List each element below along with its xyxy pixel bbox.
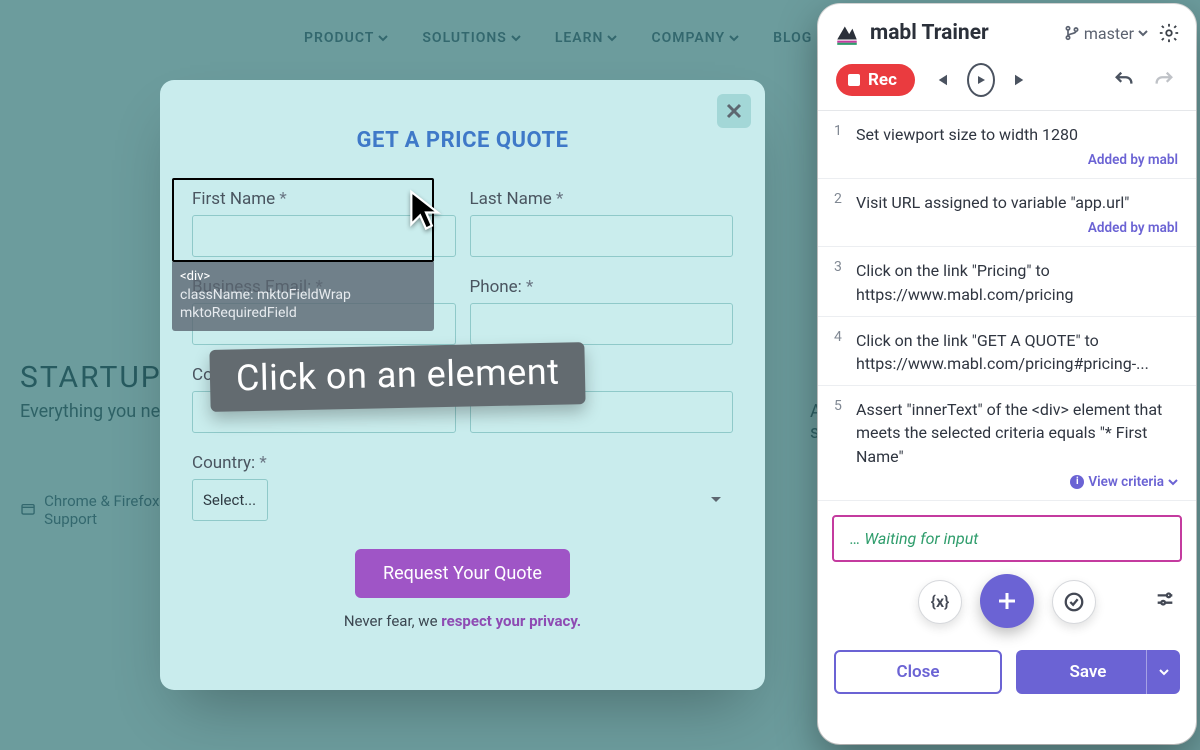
first-name-input[interactable] — [192, 215, 456, 257]
step-text: Set viewport size to width 1280 — [856, 123, 1178, 146]
sliders-icon — [1154, 588, 1176, 610]
play-button[interactable] — [967, 66, 995, 94]
element-inspector-tooltip: <div> className: mktoFieldWrap mktoRequi… — [172, 262, 434, 331]
step-number: 5 — [834, 398, 842, 414]
step-text: Click on the link "Pricing" to https://w… — [856, 259, 1178, 305]
phone-label: Phone: * — [470, 277, 734, 297]
save-dropdown-button[interactable] — [1146, 650, 1180, 694]
mabl-logo-icon — [834, 20, 860, 46]
undo-icon — [1113, 69, 1135, 91]
save-button[interactable]: Save — [1016, 650, 1180, 694]
close-button[interactable]: Close — [834, 650, 1002, 694]
panel-footer: Close Save — [818, 640, 1196, 710]
step-list: 1 Set viewport size to width 1280 Added … — [818, 110, 1196, 501]
privacy-text: Never fear, we respect your privacy. — [186, 612, 739, 630]
step-text: Visit URL assigned to variable "app.url" — [856, 191, 1178, 214]
stop-icon — [848, 74, 860, 86]
skip-back-icon — [932, 71, 950, 89]
step-item[interactable]: 5 Assert "innerText" of the <div> elemen… — [818, 386, 1196, 501]
step-text: Assert "innerText" of the <div> element … — [856, 398, 1178, 468]
redo-button[interactable] — [1150, 66, 1178, 94]
mabl-trainer-panel: mabl Trainer master Rec 1 Set viewport s… — [818, 4, 1196, 744]
last-name-input[interactable] — [470, 215, 734, 257]
instruction-banner: Click on an element — [209, 342, 586, 412]
assert-button[interactable] — [1052, 580, 1096, 624]
step-item[interactable]: 4 Click on the link "GET A QUOTE" to htt… — [818, 317, 1196, 386]
step-meta: Added by mabl — [834, 220, 1178, 236]
tooltip-line: mktoRequiredField — [180, 304, 426, 323]
step-item[interactable]: 3 Click on the link "Pricing" to https:/… — [818, 247, 1196, 316]
step-meta: Added by mabl — [834, 152, 1178, 168]
step-item[interactable]: 1 Set viewport size to width 1280 Added … — [818, 111, 1196, 179]
request-quote-button[interactable]: Request Your Quote — [355, 549, 570, 598]
options-button[interactable] — [1154, 588, 1176, 610]
view-criteria-link[interactable]: i View criteria — [834, 474, 1178, 490]
add-step-button[interactable] — [980, 574, 1034, 628]
skip-back-button[interactable] — [927, 66, 955, 94]
redo-icon — [1153, 69, 1175, 91]
step-text: Click on the link "GET A QUOTE" to https… — [856, 329, 1178, 375]
caret-down-icon — [1138, 28, 1148, 38]
git-branch-icon — [1064, 25, 1080, 41]
variable-button[interactable]: {x} — [918, 580, 962, 624]
tooltip-line: className: mktoFieldWrap — [180, 286, 426, 305]
country-select[interactable]: Select... — [192, 479, 268, 521]
undo-button[interactable] — [1110, 66, 1138, 94]
last-name-label: Last Name * — [470, 189, 734, 209]
panel-title: mabl Trainer — [870, 21, 1054, 45]
info-icon: i — [1070, 475, 1084, 489]
privacy-link[interactable]: respect your privacy. — [441, 612, 581, 630]
phone-input[interactable] — [470, 303, 734, 345]
modal-title: GET A PRICE QUOTE — [186, 128, 739, 153]
skip-forward-button[interactable] — [1007, 66, 1035, 94]
country-label: Country: * — [192, 453, 733, 473]
close-button[interactable] — [717, 94, 751, 128]
first-name-label: First Name * — [192, 189, 456, 209]
step-number: 2 — [834, 191, 842, 207]
play-icon — [975, 74, 987, 86]
plus-icon — [995, 589, 1019, 613]
skip-forward-icon — [1012, 71, 1030, 89]
settings-icon[interactable] — [1158, 22, 1180, 44]
waiting-for-input: … Waiting for input — [832, 515, 1182, 562]
step-number: 1 — [834, 123, 842, 139]
action-fab-row: {x} — [818, 562, 1196, 640]
step-number: 4 — [834, 329, 842, 345]
tooltip-tag: <div> — [180, 268, 426, 286]
step-item[interactable]: 2 Visit URL assigned to variable "app.ur… — [818, 179, 1196, 247]
step-number: 3 — [834, 259, 842, 275]
close-icon — [726, 103, 742, 119]
caret-down-icon — [1168, 477, 1178, 487]
record-button[interactable]: Rec — [836, 64, 915, 96]
playback-controls: Rec — [818, 56, 1196, 110]
branch-selector[interactable]: master — [1064, 24, 1148, 43]
caret-down-icon — [1159, 667, 1169, 677]
check-circle-icon — [1063, 591, 1085, 613]
